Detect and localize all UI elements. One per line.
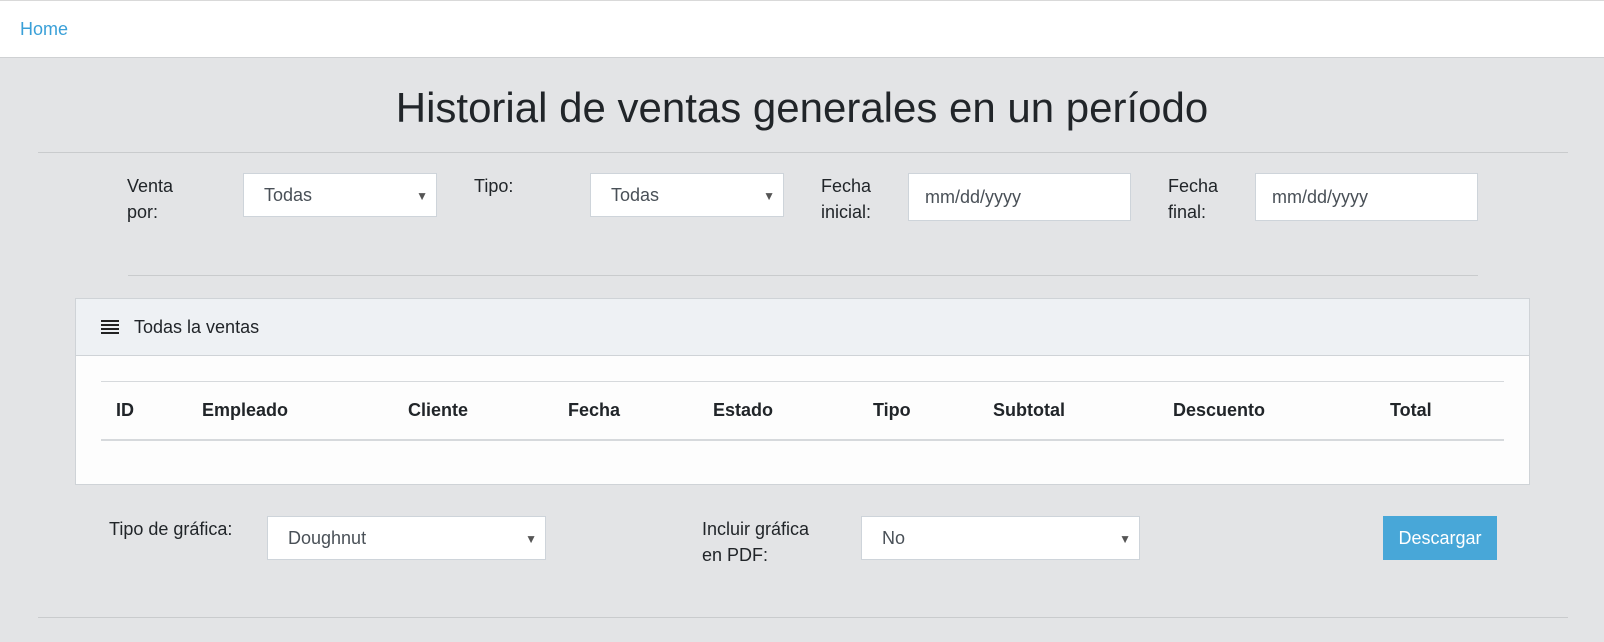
fecha-inicial-label: Fecha inicial:	[821, 173, 871, 225]
incluir-grafica-selected-value: No	[882, 528, 906, 548]
table-header-bottom-border	[101, 439, 1504, 441]
filters-divider	[128, 275, 1478, 276]
venta-por-select[interactable]: Todas ▼	[243, 173, 437, 217]
bottom-divider	[38, 617, 1568, 618]
column-header-tipo: Tipo	[873, 400, 911, 420]
page-title: Historial de ventas generales en un perí…	[395, 84, 1209, 131]
fecha-inicial-label-line-1: Fecha	[821, 176, 872, 196]
fecha-final-label: Fecha final:	[1168, 173, 1218, 225]
top-navbar: Home	[0, 0, 1604, 58]
incluir-grafica-label-line-2: en PDF:	[702, 545, 769, 565]
tipo-grafica-selected-value: Doughnut	[288, 528, 367, 548]
chevron-down-icon: ▼	[416, 189, 428, 203]
incluir-grafica-select[interactable]: No ▼	[861, 516, 1140, 560]
column-header-empleado: Empleado	[202, 400, 289, 420]
column-header-subtotal: Subtotal	[993, 400, 1065, 420]
tipo-select[interactable]: Todas ▼	[590, 173, 784, 217]
venta-por-selected-value: Todas	[264, 185, 313, 205]
tipo-label: Tipo:	[474, 176, 514, 196]
chevron-down-icon: ▼	[763, 189, 775, 203]
title-divider	[38, 152, 1568, 153]
fecha-inicial-input[interactable]	[908, 173, 1131, 221]
column-header-descuento: Descuento	[1173, 400, 1266, 420]
tipo-selected-value: Todas	[611, 185, 660, 205]
download-button[interactable]: Descargar	[1383, 516, 1497, 560]
fecha-final-input[interactable]	[1255, 173, 1478, 221]
tipo-grafica-label: Tipo de gráfica:	[109, 519, 233, 539]
sales-card: Todas la ventas ID Empleado Cliente Fech…	[75, 298, 1530, 485]
fecha-inicial-label-line-2: inicial:	[821, 202, 872, 222]
column-header-fecha: Fecha	[568, 400, 621, 420]
home-link[interactable]: Home	[20, 19, 68, 40]
list-icon	[101, 320, 119, 334]
column-header-estado: Estado	[713, 400, 774, 420]
venta-por-label: Venta por:	[127, 173, 173, 225]
incluir-grafica-label: Incluir gráfica en PDF:	[702, 516, 809, 568]
column-header-total: Total	[1390, 400, 1432, 420]
column-header-cliente: Cliente	[408, 400, 469, 420]
column-header-id: ID	[116, 400, 134, 420]
sales-card-header: Todas la ventas	[76, 299, 1529, 356]
chevron-down-icon: ▼	[525, 532, 537, 546]
table-top-border	[101, 381, 1504, 382]
fecha-final-label-line-1: Fecha	[1168, 176, 1219, 196]
fecha-final-label-line-2: final:	[1168, 202, 1207, 222]
venta-por-label-line-2: por:	[127, 202, 159, 222]
chevron-down-icon: ▼	[1119, 532, 1131, 546]
sales-card-title: Todas la ventas	[134, 317, 260, 337]
tipo-grafica-select[interactable]: Doughnut ▼	[267, 516, 546, 560]
venta-por-label-line-1: Venta	[127, 176, 174, 196]
incluir-grafica-label-line-1: Incluir gráfica	[702, 519, 810, 539]
